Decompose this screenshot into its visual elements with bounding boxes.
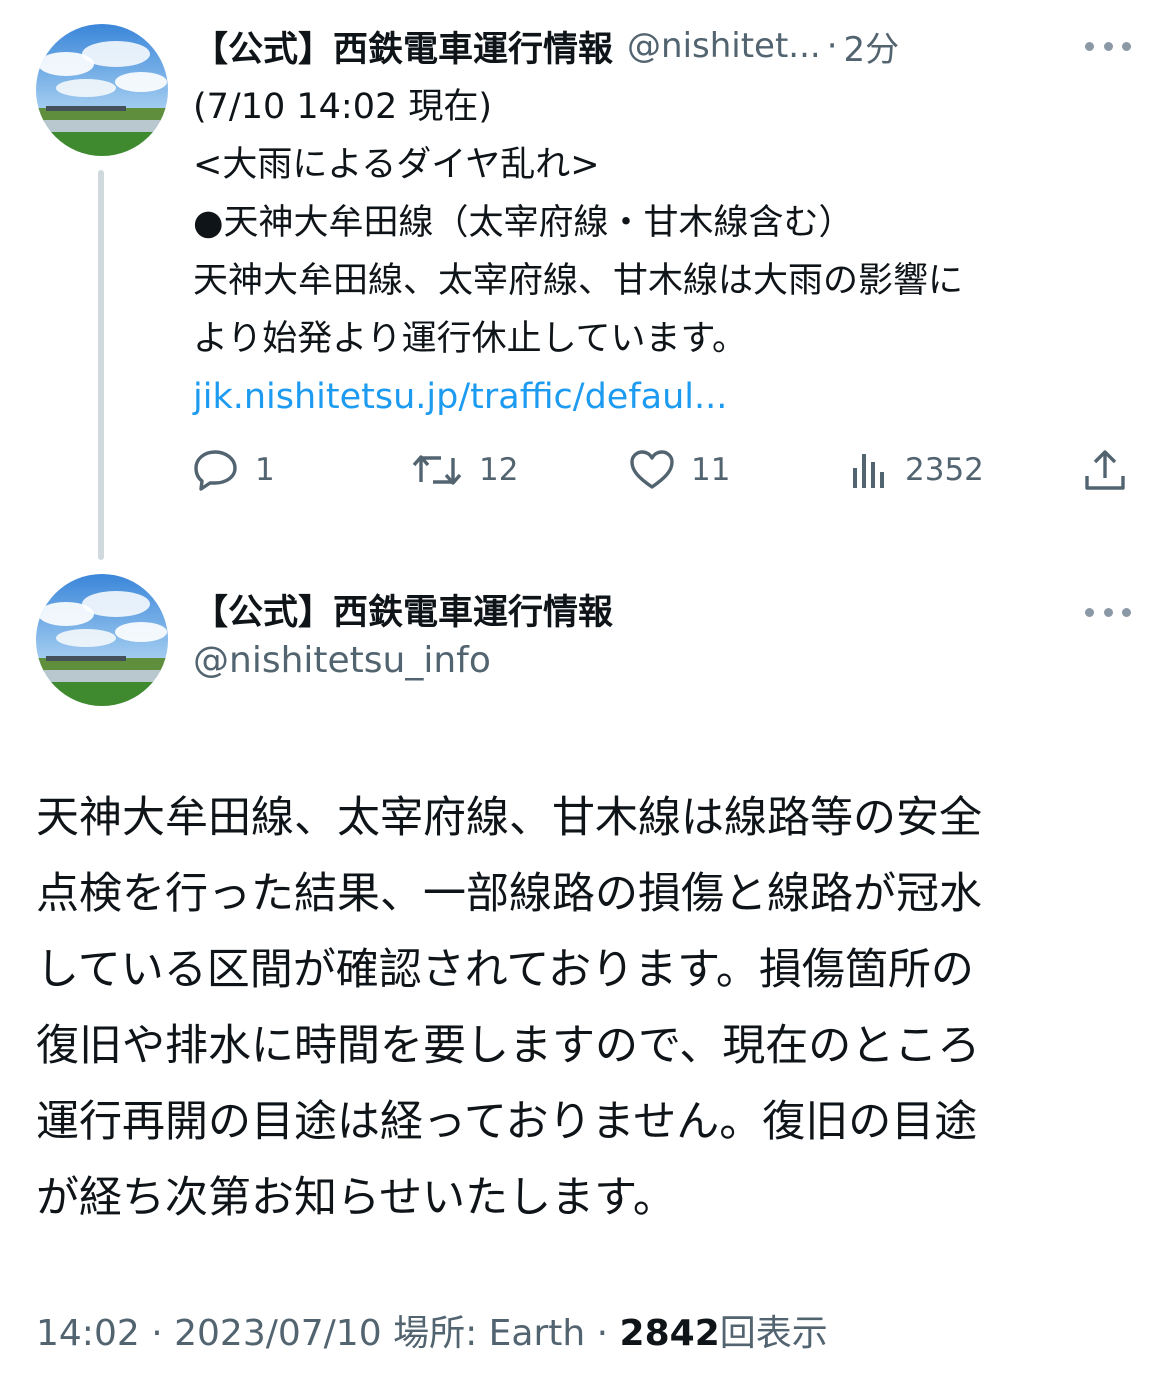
separator: ·: [151, 1313, 163, 1354]
tweet-line: している区間が確認されております。損傷箇所の: [36, 945, 974, 995]
tweet-date[interactable]: 2023/07/10: [174, 1313, 382, 1354]
share-button[interactable]: [1083, 440, 1127, 500]
tweet-line: 天神大牟田線、太宰府線、甘木線は大雨の影響に: [193, 261, 964, 301]
tweet-line: 天神大牟田線、太宰府線、甘木線は線路等の安全: [36, 793, 982, 843]
avatar[interactable]: [36, 574, 168, 706]
tweet-line: (7/10 14:02 現在): [193, 87, 493, 127]
avatar[interactable]: [36, 24, 168, 156]
tweet-text: (7/10 14:02 現在) <大雨によるダイヤ乱れ> ●天神大牟田線（太宰府…: [193, 78, 1143, 426]
timestamp[interactable]: 2分: [844, 22, 900, 71]
display-name[interactable]: 【公式】西鉄電車運行情報: [193, 584, 613, 635]
handle[interactable]: @nishitetsu_info: [193, 640, 491, 681]
reply-icon: [193, 448, 239, 492]
tweet-meta: 14:02 · 2023/07/10 場所: Earth · 2842回表示: [36, 1304, 828, 1356]
action-bar: 1 12 11 2352: [193, 440, 1133, 500]
more-icon[interactable]: [1085, 602, 1131, 622]
tweet-location: 場所: Earth: [393, 1313, 586, 1354]
separator: ·: [596, 1313, 609, 1354]
tweet-header: 【公式】西鉄電車運行情報 @nishitet... · 2分: [193, 18, 1073, 74]
views-button[interactable]: 2352: [849, 440, 984, 500]
handle[interactable]: @nishitet...: [627, 26, 821, 66]
like-count: 11: [691, 452, 731, 488]
tweet-line: より始発より運行休止しています。: [193, 319, 748, 359]
thread-line: [98, 170, 104, 560]
tweet-line: <大雨によるダイヤ乱れ>: [193, 145, 600, 185]
share-icon: [1083, 448, 1127, 492]
tweet-line: が経ち次第お知らせいたします。: [36, 1173, 676, 1223]
views-count: 2352: [905, 452, 984, 488]
view-count-label: 回表示: [719, 1313, 828, 1354]
tweet-line: 点検を行った結果、一部線路の損傷と線路が冠水: [36, 869, 982, 919]
tweet-link[interactable]: jik.nishitetsu.jp/traffic/defaul...: [193, 368, 1143, 426]
reply-button[interactable]: 1: [193, 440, 275, 500]
tweet-line: ●天神大牟田線（太宰府線・甘木線含む）: [193, 203, 854, 243]
retweet-count: 12: [479, 452, 519, 488]
tweet-text: 天神大牟田線、太宰府線、甘木線は線路等の安全 点検を行った結果、一部線路の損傷と…: [36, 780, 1136, 1236]
display-name[interactable]: 【公式】西鉄電車運行情報: [193, 21, 613, 72]
separator: ·: [826, 26, 838, 66]
retweet-icon: [411, 450, 463, 490]
view-count: 2842: [619, 1313, 720, 1354]
views-icon: [849, 450, 889, 490]
like-button[interactable]: 11: [629, 440, 730, 500]
tweet-line: 復旧や排水に時間を要しますので、現在のところ: [36, 1021, 981, 1071]
like-icon: [629, 449, 675, 491]
reply-count: 1: [255, 452, 275, 488]
retweet-button[interactable]: 12: [411, 440, 518, 500]
tweet-time[interactable]: 14:02: [36, 1313, 140, 1354]
tweet-line: 運行再開の目途は経っておりません。復旧の目途: [36, 1097, 978, 1147]
more-icon[interactable]: [1085, 36, 1131, 56]
